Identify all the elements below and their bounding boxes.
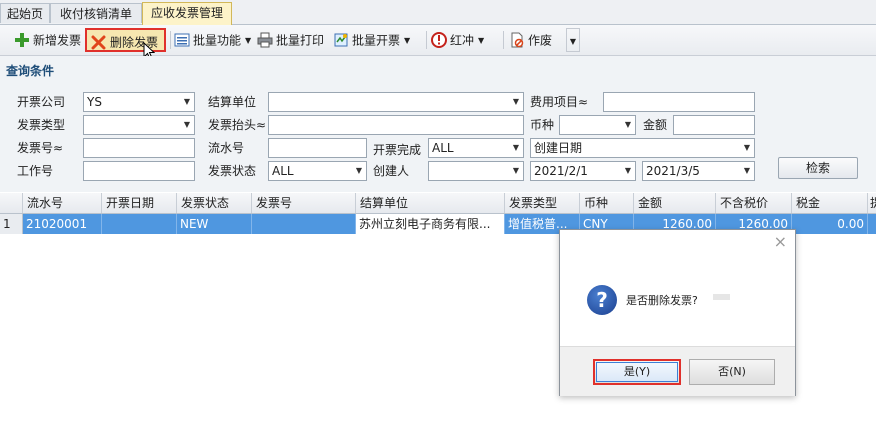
creator-select[interactable]: ▼ — [428, 161, 524, 181]
chevron-down-icon: ▼ — [183, 97, 190, 106]
serial-no-input[interactable] — [268, 138, 367, 158]
fee-item-input[interactable] — [603, 92, 755, 112]
grid-header-cell[interactable]: 提 — [868, 193, 876, 213]
cell-settle-unit: 苏州立刻电子商务有限... — [356, 214, 505, 234]
grid-header-cell[interactable]: 开票日期 — [102, 193, 177, 213]
chevron-down-icon: ▼ — [512, 143, 519, 152]
toolbar: 新增发票 删除发票 批量功能 ▼ 批量打印 批量开票 ▼ 红冲 ▼ 作废 ▼ — [0, 25, 876, 56]
label-invoice-status: 发票状态 — [208, 164, 257, 178]
batch-function-button[interactable]: 批量功能 ▼ — [174, 28, 251, 52]
toolbar-separator — [170, 31, 171, 49]
void-document-icon — [511, 32, 524, 47]
toolbar-separator — [503, 31, 504, 49]
label-issue-done: 开票完成 — [373, 143, 422, 157]
toolbar-overflow-button[interactable]: ▼ — [566, 28, 580, 52]
search-button[interactable]: 检索 — [778, 157, 858, 179]
toolbar-separator — [426, 31, 427, 49]
row-number: 1 — [0, 214, 23, 234]
label-serial-no: 流水号 — [208, 141, 245, 155]
cell-serial: 21020001 — [23, 214, 102, 234]
label-work-no: 工作号 — [17, 164, 54, 178]
date-from-picker[interactable]: 2021/2/1 ▼ — [530, 161, 636, 181]
grid-header-cell[interactable]: 不含税价 — [716, 193, 792, 213]
label-invoice-no: 发票号≈ — [17, 141, 64, 155]
chevron-down-icon: ▼ — [624, 120, 631, 129]
delete-confirm-dialog: × ? 是否删除发票? 是(Y) 否(N) — [559, 229, 796, 396]
work-no-input[interactable] — [83, 161, 195, 181]
invoice-status-select[interactable]: ALL ▼ — [268, 161, 367, 181]
cell-invoice-no — [252, 214, 356, 234]
red-reverse-button[interactable]: 红冲 ▼ — [431, 28, 484, 52]
label-invoice-type: 发票类型 — [17, 118, 66, 132]
void-button[interactable]: 作废 — [509, 28, 552, 52]
label-currency: 币种 — [530, 118, 555, 132]
chevron-down-icon: ▼ — [743, 166, 750, 175]
tab-start-page[interactable]: 起始页 — [0, 3, 50, 23]
delete-x-icon — [91, 35, 106, 49]
grid-header-cell[interactable]: 发票号 — [252, 193, 356, 213]
invoice-issue-icon — [334, 33, 348, 46]
printer-icon — [257, 32, 273, 47]
yes-button[interactable]: 是(Y) — [593, 359, 681, 385]
cell-date — [102, 214, 177, 234]
chevron-down-icon: ▼ — [355, 166, 362, 175]
close-icon[interactable]: × — [774, 234, 787, 250]
grid-header-cell[interactable]: 金额 — [634, 193, 716, 213]
query-panel: 查询条件 开票公司 YS ▼ 结算单位 ▼ 费用项目≈ 发票类型 ▼ 发票抬头≈ … — [0, 56, 876, 192]
invoice-no-input[interactable] — [83, 138, 195, 158]
alert-icon — [431, 31, 447, 48]
batch-print-button[interactable]: 批量打印 — [257, 28, 324, 52]
grid-header-cell[interactable]: 结算单位 — [356, 193, 505, 213]
invoice-type-select[interactable]: ▼ — [83, 115, 195, 135]
tab-settlement-list[interactable]: 收付核销清单 — [50, 3, 142, 23]
label-settle-unit: 结算单位 — [208, 95, 257, 109]
question-icon: ? — [587, 285, 617, 315]
amount-input[interactable] — [673, 115, 755, 135]
company-select[interactable]: YS ▼ — [83, 92, 195, 112]
issue-done-select[interactable]: ALL ▼ — [428, 138, 524, 158]
cell-status: NEW — [177, 214, 252, 234]
currency-select[interactable]: ▼ — [559, 115, 636, 135]
dialog-redaction — [713, 294, 730, 300]
grid-header-cell[interactable]: 发票状态 — [177, 193, 252, 213]
settle-unit-select[interactable]: ▼ — [268, 92, 524, 112]
label-creator: 创建人 — [373, 164, 410, 178]
chevron-down-icon: ▼ — [512, 166, 519, 175]
add-invoice-button[interactable]: 新增发票 — [14, 28, 81, 52]
cell-tax: 0.00 — [792, 214, 868, 234]
tab-bar: 起始页 收付核销清单 应收发票管理 — [0, 0, 876, 25]
list-icon — [174, 33, 190, 46]
label-amount: 金额 — [643, 118, 668, 132]
chevron-down-icon: ▼ — [512, 97, 519, 106]
chevron-down-icon: ▼ — [624, 166, 631, 175]
grid-header-cell[interactable]: 税金 — [792, 193, 868, 213]
chevron-down-icon: ▼ — [183, 120, 190, 129]
chevron-down-icon: ▼ — [569, 36, 577, 46]
date-to-picker[interactable]: 2021/3/5 ▼ — [642, 161, 755, 181]
dialog-footer: 是(Y) 否(N) — [560, 346, 795, 396]
grid-header-cell[interactable]: 发票类型 — [505, 193, 580, 213]
no-button[interactable]: 否(N) — [689, 359, 775, 385]
invoice-title-input[interactable] — [268, 115, 524, 135]
label-company: 开票公司 — [17, 95, 66, 109]
label-fee-item: 费用项目≈ — [530, 95, 589, 109]
tab-invoice-management[interactable]: 应收发票管理 — [142, 2, 232, 25]
batch-issue-button[interactable]: 批量开票 ▼ — [333, 28, 410, 52]
chevron-down-icon: ▼ — [245, 35, 252, 45]
dialog-body: × ? 是否删除发票? — [560, 230, 795, 346]
grid-header-cell[interactable]: 流水号 — [23, 193, 102, 213]
chevron-down-icon: ▼ — [404, 35, 411, 45]
chevron-down-icon: ▼ — [478, 35, 485, 45]
plus-icon — [15, 32, 29, 47]
dialog-message: 是否删除发票? — [626, 294, 698, 307]
grid-header-cell[interactable]: 币种 — [580, 193, 634, 213]
chevron-down-icon: ▼ — [743, 143, 750, 152]
date-type-select[interactable]: 创建日期 ▼ — [530, 138, 755, 158]
grid-header: 流水号 开票日期 发票状态 发票号 结算单位 发票类型 币种 金额 不含税价 税… — [0, 193, 876, 214]
query-title: 查询条件 — [6, 64, 55, 78]
grid-header-rowno — [0, 193, 23, 213]
label-invoice-title: 发票抬头≈ — [208, 118, 267, 132]
